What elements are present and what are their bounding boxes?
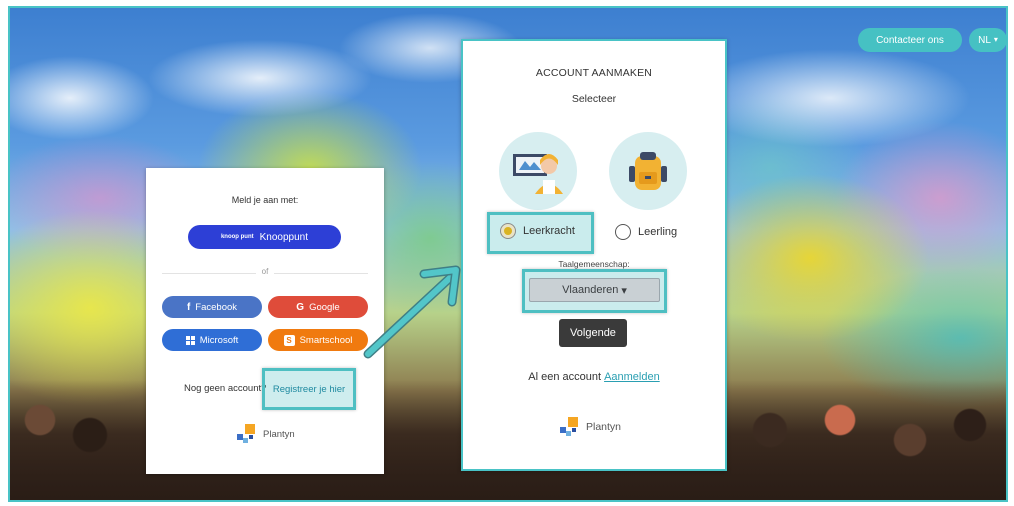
no-account-text: Nog geen account? — [184, 383, 267, 394]
facebook-label: Facebook — [195, 301, 238, 313]
language-label: NL — [978, 34, 991, 46]
knooppunt-login-button[interactable]: knoop punt Knooppunt — [188, 225, 341, 249]
plantyn-brand: Plantyn — [237, 424, 295, 444]
teacher-avatar-icon[interactable] — [499, 132, 577, 210]
create-account-card: ACCOUNT AANMAKEN Selecteer Leerkracht Le… — [461, 39, 727, 471]
facebook-login-button[interactable]: f Facebook — [162, 296, 262, 318]
smartschool-label: Smartschool — [299, 334, 353, 346]
contact-button[interactable]: Contacteer ons — [858, 28, 962, 52]
google-login-button[interactable]: G Google — [268, 296, 368, 318]
plantyn-brand: Plantyn — [560, 417, 621, 437]
google-icon: G — [296, 301, 305, 313]
already-account-row: Al een account Aanmelden — [463, 371, 725, 383]
account-subtitle: Selecteer — [571, 93, 617, 105]
microsoft-login-button[interactable]: Microsoft — [162, 329, 262, 351]
google-label: Google — [309, 301, 340, 313]
plantyn-label: Plantyn — [586, 421, 622, 433]
knooppunt-label: Knooppunt — [259, 231, 309, 243]
student-backpack-avatar-icon[interactable] — [609, 132, 687, 210]
contact-label: Contacteer ons — [876, 34, 944, 46]
login-link[interactable]: Aanmelden — [604, 371, 660, 383]
role-option-teacher[interactable]: Leerkracht — [500, 223, 575, 239]
chevron-down-icon: ▾ — [993, 35, 998, 44]
register-highlight: Registreer je hier — [262, 368, 356, 410]
smartschool-login-button[interactable]: S Smartschool — [268, 329, 368, 351]
already-account-text: Al een account — [528, 371, 602, 383]
role-option-student[interactable]: Leerling — [615, 224, 677, 240]
register-link[interactable]: Registreer je hier — [273, 384, 345, 395]
region-select[interactable]: Vlaanderen ▾ — [529, 278, 660, 302]
radio-selected-icon[interactable] — [500, 223, 516, 239]
or-label: of — [255, 267, 275, 276]
microsoft-icon — [185, 335, 195, 345]
facebook-icon: f — [186, 301, 191, 313]
login-card: Meld je aan met: knoop punt Knooppunt of… — [146, 168, 384, 474]
microsoft-label: Microsoft — [199, 334, 239, 346]
role-label-teacher: Leerkracht — [523, 225, 575, 237]
language-community-label: Taalgemeenschap: — [558, 259, 630, 269]
radio-unselected-icon[interactable] — [615, 224, 631, 240]
chevron-down-icon: ▾ — [621, 284, 627, 297]
knooppunt-logo-icon: knoop punt — [220, 234, 254, 240]
next-label: Volgende — [570, 327, 616, 339]
login-title: Meld je aan met: — [231, 195, 299, 205]
highlight-arrow-icon — [363, 265, 461, 359]
language-selector[interactable]: NL ▾ — [969, 28, 1007, 52]
region-value: Vlaanderen — [562, 284, 619, 296]
next-button[interactable]: Volgende — [559, 319, 627, 347]
smartschool-icon: S — [283, 334, 295, 346]
plantyn-logo-icon — [237, 424, 257, 444]
plantyn-label: Plantyn — [263, 428, 295, 440]
account-title: ACCOUNT AANMAKEN — [535, 67, 653, 79]
plantyn-logo-icon — [560, 417, 580, 437]
role-label-student: Leerling — [638, 226, 678, 238]
